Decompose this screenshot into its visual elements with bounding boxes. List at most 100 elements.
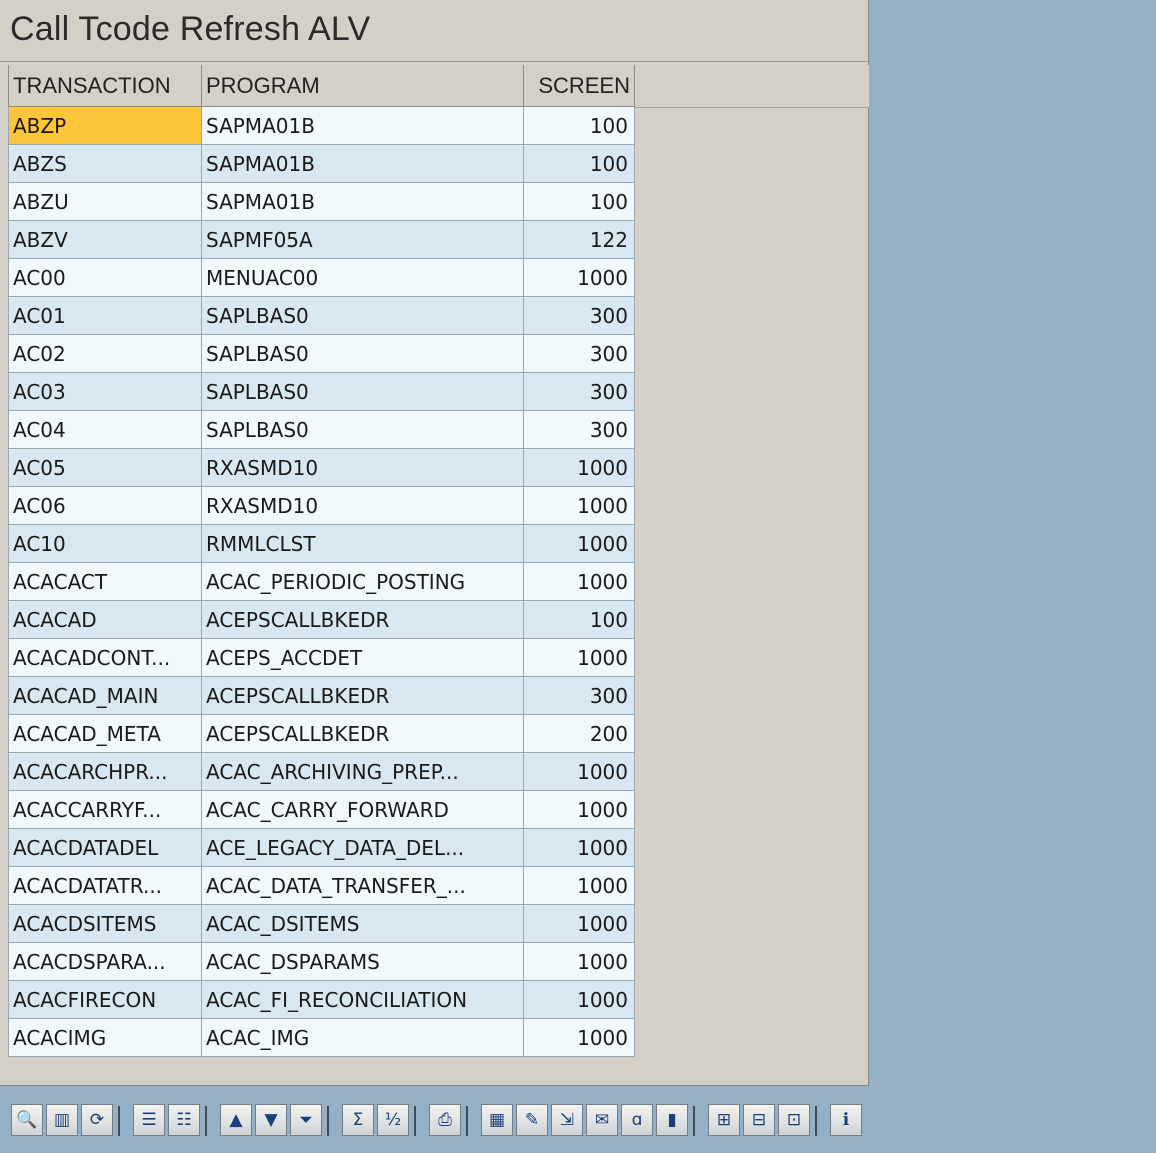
table-row[interactable]: ABZV SAPMF05A 122 [8,220,635,259]
cell-program[interactable]: ACEPSCALLBKEDR [201,600,524,639]
cell-program[interactable]: SAPMA01B [201,182,524,221]
table-row[interactable]: ACACDATATR... ACAC_DATA_TRANSFER_... 1000 [8,866,635,905]
print-preview-icon[interactable]: ⎙ [429,1104,461,1136]
cell-screen[interactable]: 100 [523,182,635,221]
sort-descending-icon[interactable]: ▼ [255,1104,287,1136]
cell-program[interactable]: SAPLBAS0 [201,372,524,411]
cell-screen[interactable]: 1000 [523,942,635,981]
cell-program[interactable]: RXASMD10 [201,448,524,487]
table-row[interactable]: ACACDATADEL ACE_LEGACY_DATA_DEL... 1000 [8,828,635,867]
table-row[interactable]: ACACFIRECON ACAC_FI_RECONCILIATION 1000 [8,980,635,1019]
table-row[interactable]: ABZU SAPMA01B 100 [8,182,635,221]
cell-program[interactable]: SAPLBAS0 [201,296,524,335]
cell-transaction[interactable]: ABZV [8,220,202,259]
cell-transaction[interactable]: AC04 [8,410,202,449]
alv-grid[interactable]: TRANSACTION PROGRAM SCREEN ABZP SAPMA01B 1… [8,65,869,1058]
table-row[interactable]: AC04 SAPLBAS0 300 [8,410,635,449]
deselect-all-icon[interactable]: ☷ [168,1104,200,1136]
cell-transaction[interactable]: AC06 [8,486,202,525]
cell-program[interactable]: ACAC_DSPARAMS [201,942,524,981]
table-row[interactable]: AC02 SAPLBAS0 300 [8,334,635,373]
cell-transaction[interactable]: ABZU [8,182,202,221]
cell-transaction[interactable]: ACACADCONT... [8,638,202,677]
cell-transaction[interactable]: ABZP [8,106,202,145]
cell-transaction[interactable]: ACACARCHPR... [8,752,202,791]
cell-screen[interactable]: 1000 [523,752,635,791]
cell-program[interactable]: RMMLCLST [201,524,524,563]
sort-ascending-icon[interactable]: ▲ [220,1104,252,1136]
select-all-icon[interactable]: ☰ [133,1104,165,1136]
table-row[interactable]: AC03 SAPLBAS0 300 [8,372,635,411]
cell-transaction[interactable]: ACACDATADEL [8,828,202,867]
cell-program[interactable]: SAPLBAS0 [201,410,524,449]
table-row[interactable]: ABZP SAPMA01B 100 [8,106,635,145]
cell-transaction[interactable]: AC00 [8,258,202,297]
local-file-icon[interactable]: ⇲ [551,1104,583,1136]
cell-program[interactable]: SAPMF05A [201,220,524,259]
cell-screen[interactable]: 200 [523,714,635,753]
cell-program[interactable]: ACAC_CARRY_FORWARD [201,790,524,829]
cell-screen[interactable]: 1000 [523,904,635,943]
cell-screen[interactable]: 1000 [523,980,635,1019]
cell-screen[interactable]: 1000 [523,790,635,829]
cell-program[interactable]: MENUAC00 [201,258,524,297]
cell-program[interactable]: ACEPS_ACCDET [201,638,524,677]
cell-transaction[interactable]: ACACIMG [8,1018,202,1057]
cell-transaction[interactable]: ACACFIRECON [8,980,202,1019]
graphic-icon[interactable]: ▮ [656,1104,688,1136]
cell-program[interactable]: ACAC_DATA_TRANSFER_... [201,866,524,905]
cell-program[interactable]: SAPMA01B [201,144,524,183]
cell-screen[interactable]: 1000 [523,486,635,525]
table-row[interactable]: ACACDSITEMS ACAC_DSITEMS 1000 [8,904,635,943]
cell-screen[interactable]: 1000 [523,1018,635,1057]
cell-transaction[interactable]: AC03 [8,372,202,411]
filter-icon[interactable]: ⏷ [290,1104,322,1136]
cell-screen[interactable]: 1000 [523,524,635,563]
cell-program[interactable]: ACAC_IMG [201,1018,524,1057]
cell-program[interactable]: RXASMD10 [201,486,524,525]
table-row[interactable]: ACACADCONT... ACEPS_ACCDET 1000 [8,638,635,677]
cell-screen[interactable]: 1000 [523,448,635,487]
refresh-icon[interactable]: ⟳ [81,1104,113,1136]
table-row[interactable]: ACACARCHPR... ACAC_ARCHIVING_PREP... 1000 [8,752,635,791]
table-row[interactable]: ACACAD ACEPSCALLBKEDR 100 [8,600,635,639]
cell-transaction[interactable]: AC02 [8,334,202,373]
cell-screen[interactable]: 100 [523,106,635,145]
table-row[interactable]: AC00 MENUAC00 1000 [8,258,635,297]
column-header-screen[interactable]: SCREEN [523,65,635,107]
table-row[interactable]: ACACIMG ACAC_IMG 1000 [8,1018,635,1057]
table-row[interactable]: ACACACT ACAC_PERIODIC_POSTING 1000 [8,562,635,601]
cell-transaction[interactable]: ACACDSITEMS [8,904,202,943]
table-row[interactable]: AC01 SAPLBAS0 300 [8,296,635,335]
cell-transaction[interactable]: ACACAD_MAIN [8,676,202,715]
cell-transaction[interactable]: ACACDSPARA... [8,942,202,981]
cell-program[interactable]: ACAC_DSITEMS [201,904,524,943]
cell-transaction[interactable]: ACACACT [8,562,202,601]
cell-transaction[interactable]: ACACDATATR... [8,866,202,905]
cell-screen[interactable]: 1000 [523,258,635,297]
cell-screen[interactable]: 1000 [523,562,635,601]
layout-columns-icon[interactable]: ▥ [46,1104,78,1136]
export-spreadsheet-icon[interactable]: ▦ [481,1104,513,1136]
cell-screen[interactable]: 1000 [523,866,635,905]
save-layout-icon[interactable]: ⊡ [778,1104,810,1136]
table-row[interactable]: ACACAD_META ACEPSCALLBKEDR 200 [8,714,635,753]
change-layout-icon[interactable]: ⊞ [708,1104,740,1136]
column-header-transaction[interactable]: TRANSACTION [8,65,202,107]
cell-program[interactable]: ACEPSCALLBKEDR [201,714,524,753]
information-icon[interactable]: ℹ [830,1104,862,1136]
cell-program[interactable]: ACEPSCALLBKEDR [201,676,524,715]
cell-screen[interactable]: 122 [523,220,635,259]
cell-program[interactable]: SAPLBAS0 [201,334,524,373]
cell-transaction[interactable]: AC10 [8,524,202,563]
cell-transaction[interactable]: ABZS [8,144,202,183]
cell-transaction[interactable]: ACACCARRYF... [8,790,202,829]
table-row[interactable]: ABZS SAPMA01B 100 [8,144,635,183]
cell-screen[interactable]: 300 [523,334,635,373]
send-mail-icon[interactable]: ✉ [586,1104,618,1136]
cell-screen[interactable]: 100 [523,600,635,639]
subtotals-icon[interactable]: ½ [377,1104,409,1136]
cell-transaction[interactable]: ACACAD [8,600,202,639]
sum-icon[interactable]: Σ [342,1104,374,1136]
cell-program[interactable]: ACAC_ARCHIVING_PREP... [201,752,524,791]
